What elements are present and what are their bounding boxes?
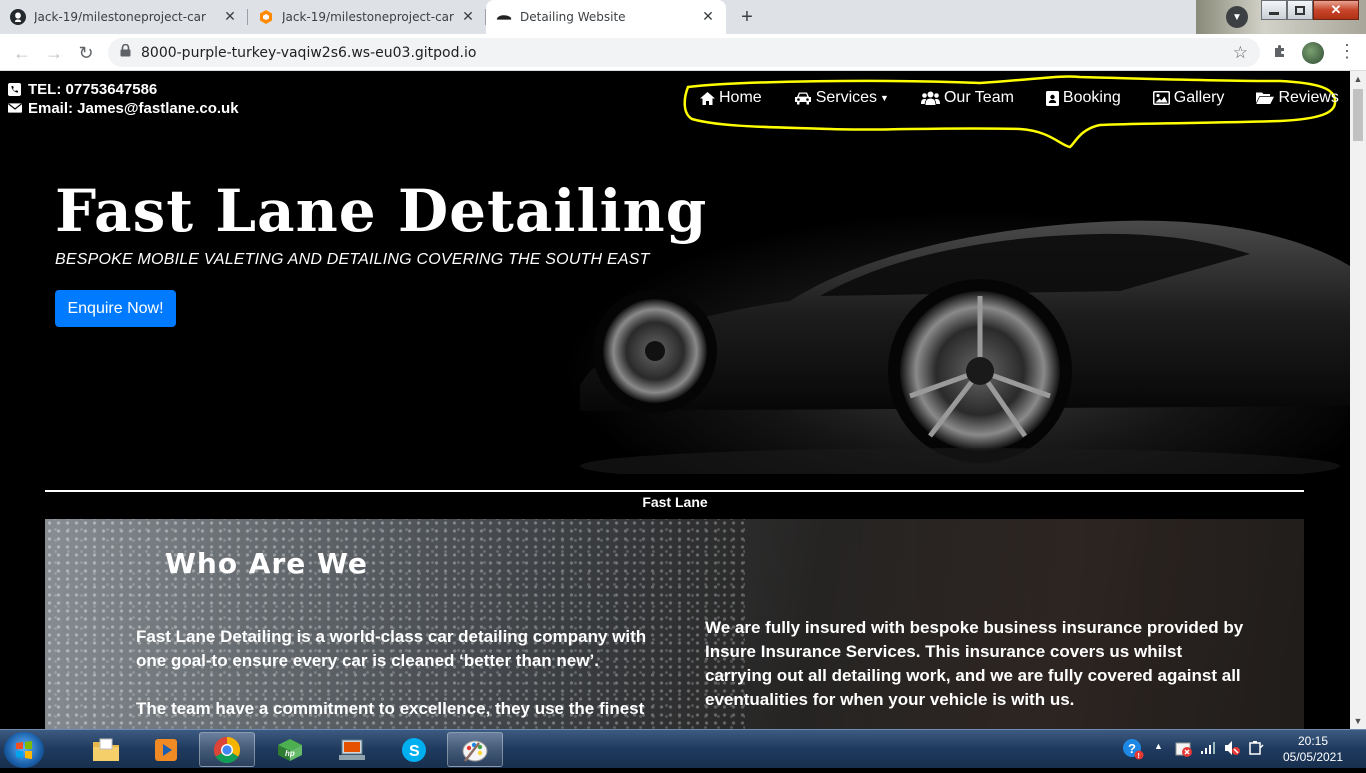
nav-booking-label: Booking (1062, 89, 1121, 106)
help-alert-icon[interactable]: ?! (1122, 738, 1144, 763)
minimize-button[interactable] (1261, 0, 1287, 20)
caret-down-icon: ▼ (880, 93, 889, 103)
bookmark-star-icon[interactable]: ☆ (1233, 43, 1248, 63)
nav-reviews[interactable]: Reviews (1256, 89, 1339, 107)
show-hidden-icons-arrow[interactable]: ▲ (1154, 741, 1163, 751)
nav-our-team-label: Our Team (943, 89, 1014, 106)
chrome-icon[interactable] (199, 732, 255, 767)
nav-gallery-label: Gallery (1173, 89, 1225, 106)
page-scrollbar[interactable]: ▲ ▼ (1350, 71, 1366, 729)
hp-icon[interactable]: hp (262, 732, 318, 767)
web-page: TEL: 07753647586 Email: James@fastlane.c… (0, 71, 1350, 729)
network-signal-icon[interactable] (1200, 741, 1216, 758)
tab-search-icon[interactable]: ▼ (1226, 6, 1248, 28)
profile-avatar[interactable] (1302, 42, 1324, 64)
folder-open-icon (1256, 91, 1275, 105)
car-icon (496, 9, 512, 25)
nav-services[interactable]: Services ▼ (794, 89, 889, 107)
github-icon (10, 9, 26, 25)
car-icon (794, 91, 812, 105)
action-center-icon[interactable] (1175, 740, 1193, 761)
phone-icon (8, 82, 22, 97)
nav-booking[interactable]: Booking (1045, 89, 1121, 107)
enquire-now-button[interactable]: Enquire Now! (55, 290, 176, 327)
close-icon[interactable]: ✕ (460, 9, 476, 25)
envelope-icon (8, 102, 22, 116)
main-navigation: Home Services ▼ Our Team Booking Gallery… (700, 89, 1339, 107)
tab-github[interactable]: Jack-19/milestoneproject-car ✕ (0, 0, 248, 34)
hero-title: Fast Lane Detailing (55, 177, 708, 245)
image-icon (1152, 91, 1170, 105)
scroll-down-arrow[interactable]: ▼ (1350, 713, 1366, 729)
nav-reviews-label: Reviews (1278, 89, 1339, 106)
section-divider (45, 490, 1304, 492)
menu-kebab-icon[interactable]: ⋮ (1338, 42, 1356, 60)
clock-time: 20:15 (1297, 734, 1329, 748)
tab-title: Jack-19/milestoneproject-car (34, 10, 206, 24)
about-paragraph-3: We are fully insured with bespoke busine… (705, 618, 1244, 709)
nav-home-label: Home (719, 89, 762, 106)
windows-taskbar: hp S ?! ▲ 20:15 05/05/2021 (0, 729, 1366, 768)
home-icon (700, 91, 715, 105)
gitpod-icon (258, 9, 274, 25)
nav-highlight-annotation (683, 75, 1337, 149)
volume-muted-icon[interactable] (1223, 740, 1241, 759)
media-player-icon[interactable] (138, 732, 194, 767)
forward-button[interactable]: → (42, 41, 66, 65)
section-label: Fast Lane (642, 494, 708, 510)
svg-text:S: S (409, 743, 420, 760)
contact-info: TEL: 07753647586 Email: James@fastlane.c… (8, 80, 239, 118)
tab-title: Jack-19/milestoneproject-car - m (282, 10, 454, 24)
clock-date: 05/05/2021 (1282, 750, 1344, 764)
lock-icon[interactable] (120, 43, 131, 61)
nav-gallery[interactable]: Gallery (1152, 89, 1225, 107)
explorer-icon[interactable] (78, 732, 134, 767)
tab-detailing-website[interactable]: Detailing Website ✕ (486, 0, 726, 34)
about-paragraph-1: Fast Lane Detailing is a world-class car… (136, 627, 647, 670)
scroll-up-arrow[interactable]: ▲ (1350, 71, 1366, 87)
tab-strip: Jack-19/milestoneproject-car ✕ Jack-19/m… (0, 0, 1366, 34)
scroll-thumb[interactable] (1353, 89, 1363, 141)
about-paragraph-2: The team have a commitment to excellence… (136, 699, 645, 718)
close-icon[interactable]: ✕ (222, 9, 238, 25)
hero-tagline: BESPOKE MOBILE VALETING AND DETAILING CO… (55, 251, 650, 268)
nav-home[interactable]: Home (700, 89, 762, 107)
svg-text:!: ! (1138, 753, 1140, 760)
remote-desktop-icon[interactable] (324, 732, 380, 767)
close-icon[interactable]: ✕ (700, 9, 716, 25)
users-icon (920, 91, 940, 105)
tab-gitpod[interactable]: Jack-19/milestoneproject-car - m ✕ (248, 0, 486, 34)
back-button[interactable]: ← (10, 41, 34, 65)
nav-services-label: Services (815, 89, 878, 106)
nav-our-team[interactable]: Our Team (920, 89, 1014, 107)
svg-text:hp: hp (285, 749, 295, 758)
tab-title: Detailing Website (520, 10, 626, 24)
about-heading: Who Are We (165, 547, 368, 580)
new-tab-button[interactable]: + (735, 5, 759, 29)
skype-icon[interactable]: S (386, 732, 442, 767)
system-clock[interactable]: 20:15 05/05/2021 (1278, 733, 1348, 765)
about-section: Who Are We Fast Lane Detailing is a worl… (45, 519, 1304, 729)
maximize-button[interactable] (1287, 0, 1313, 20)
start-button[interactable] (4, 732, 44, 768)
address-book-icon (1045, 90, 1059, 106)
url-text: 8000-purple-turkey-vaqiw2s6.ws-eu03.gitp… (141, 44, 477, 61)
paint-icon[interactable] (447, 732, 503, 767)
email-text: Email: James@fastlane.co.uk (28, 100, 239, 117)
power-battery-icon[interactable] (1248, 740, 1264, 759)
browser-toolbar: ← → ↻ 8000-purple-turkey-vaqiw2s6.ws-eu0… (0, 34, 1366, 71)
address-bar[interactable]: 8000-purple-turkey-vaqiw2s6.ws-eu03.gitp… (108, 38, 1260, 67)
extensions-icon[interactable] (1272, 43, 1288, 64)
reload-button[interactable]: ↻ (74, 41, 98, 65)
telephone-text: TEL: 07753647586 (28, 81, 158, 98)
close-window-button[interactable]: ✕ (1313, 0, 1359, 20)
